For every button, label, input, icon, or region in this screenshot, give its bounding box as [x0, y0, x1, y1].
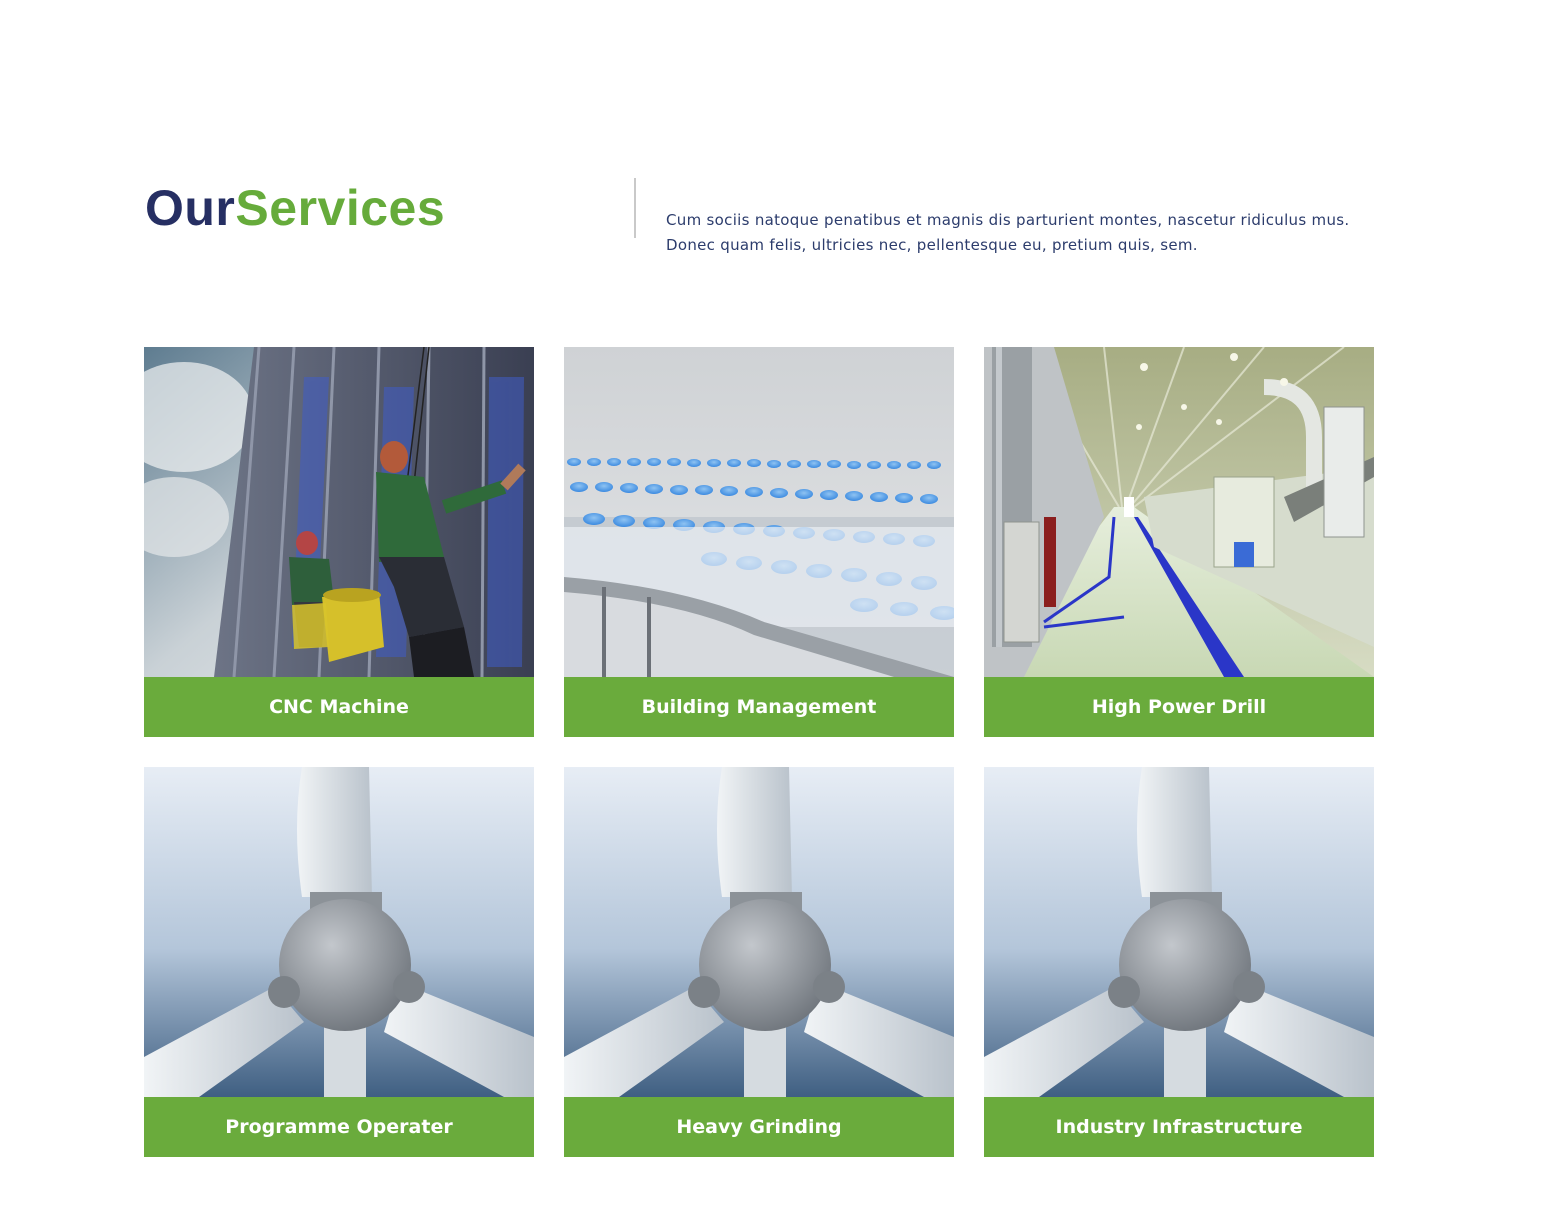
section-intro: Cum sociis natoque penatibus et magnis d…: [666, 211, 1350, 254]
service-card-industry-infrastructure[interactable]: Industry Infrastructure: [984, 767, 1374, 1157]
service-card-heavy-grinding[interactable]: Heavy Grinding: [564, 767, 954, 1157]
services-header: OurServices Cum sociis natoque penatibus…: [0, 0, 1559, 300]
service-card-high-power-drill[interactable]: High Power Drill: [984, 347, 1374, 737]
service-card-programme-operater[interactable]: Programme Operater: [144, 767, 534, 1157]
service-label[interactable]: Heavy Grinding: [564, 1097, 954, 1157]
service-label[interactable]: High Power Drill: [984, 677, 1374, 737]
section-title-part-1: Our: [145, 180, 236, 236]
service-label[interactable]: Industry Infrastructure: [984, 1097, 1374, 1157]
rope-access-photo: [144, 347, 534, 677]
bottling-line-photo: [564, 347, 954, 677]
wind-turbine-photo: [564, 767, 954, 1097]
factory-hall-photo: [984, 347, 1374, 677]
service-card-building-management[interactable]: Building Management: [564, 347, 954, 737]
wind-turbine-photo: [144, 767, 534, 1097]
section-title-part-2: Services: [235, 180, 446, 236]
wind-turbine-photo: [984, 767, 1374, 1097]
header-divider: [634, 178, 636, 238]
service-label[interactable]: Building Management: [564, 677, 954, 737]
service-card-cnc-machine[interactable]: CNC Machine: [144, 347, 534, 737]
service-label[interactable]: CNC Machine: [144, 677, 534, 737]
section-title: OurServices: [145, 178, 445, 238]
service-label[interactable]: Programme Operater: [144, 1097, 534, 1157]
